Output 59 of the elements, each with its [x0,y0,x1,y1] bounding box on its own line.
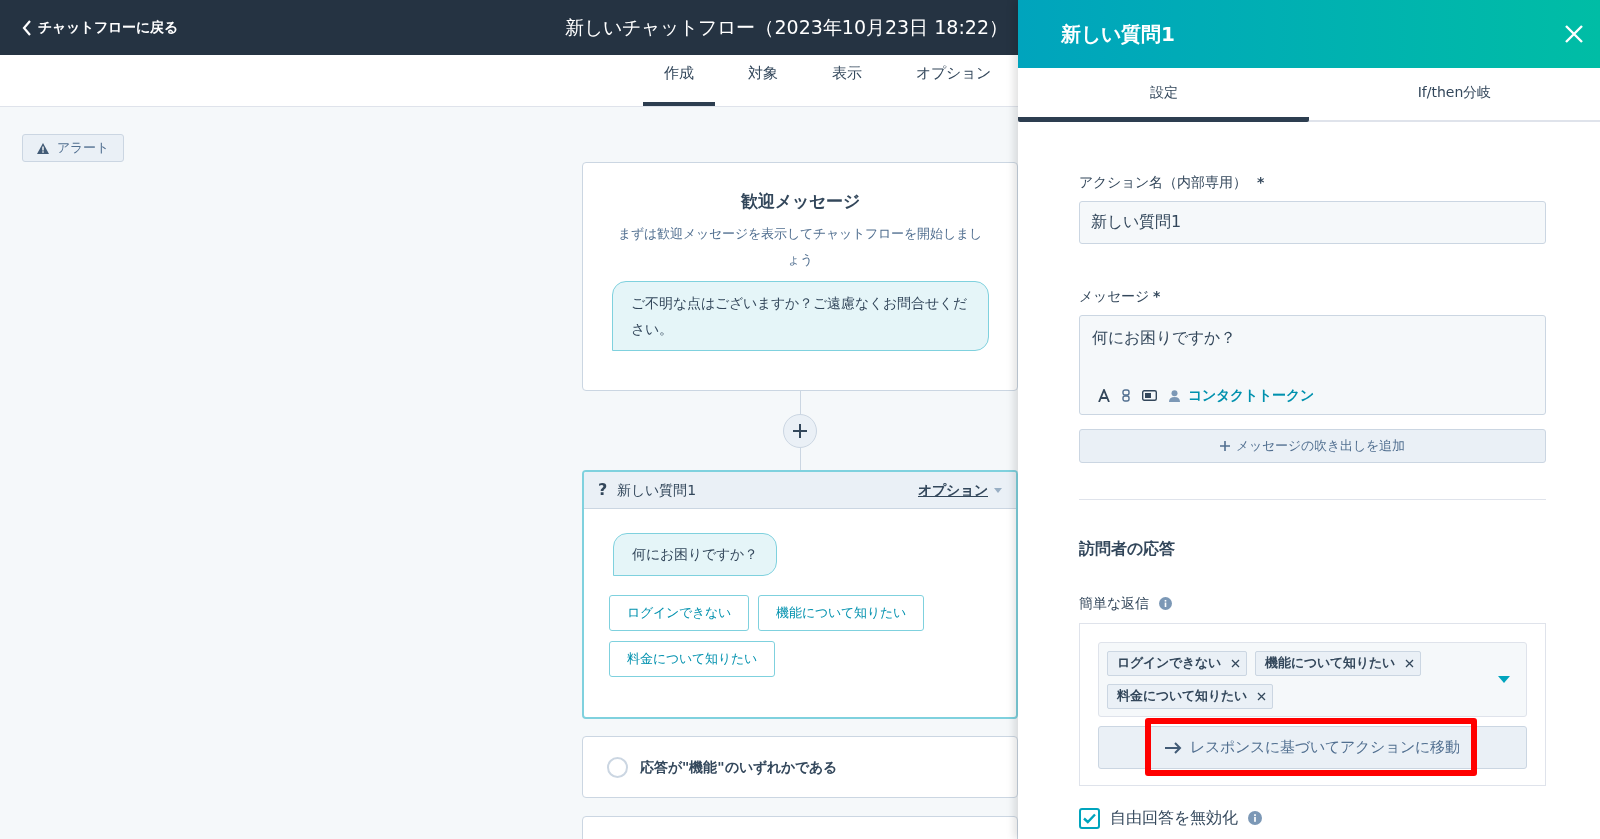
card-description: まずは歓迎メッセージを表示してチャットフローを開始しましょう [617,224,983,269]
field-label: アクション名（内部専用） [1079,173,1247,192]
chat-bubble: ご不明な点はございますか？ご遠慮なくお問合せください。 [611,280,989,351]
add-step-button[interactable] [783,414,817,448]
remove-icon[interactable] [1257,691,1266,701]
message-text: 何にお困りですか？ [1092,327,1237,349]
required-mark: * [1153,287,1161,306]
tag-label: 機能について知りたい [1265,653,1395,672]
tab[interactable]: 対象 [727,54,799,106]
add-bubble-button[interactable]: メッセージの吹き出しを追加 [1079,429,1546,463]
checkmark-icon [1083,812,1096,824]
flow-title: 新しいチャットフロー（2023年10月23日 18:22） [565,15,1008,41]
chevron-left-icon [22,19,32,36]
text-style-icon[interactable] [1098,389,1110,402]
card-title: 新しい質問1 [617,480,697,500]
checkbox[interactable] [1079,807,1100,829]
action-name-input[interactable]: 新しい質問1 [1079,201,1546,244]
branch-card[interactable]: 応答が"機能"のいずれかである [582,736,1018,798]
arrow-right-icon [1165,741,1182,754]
tab[interactable]: 表示 [811,54,883,106]
info-icon[interactable] [1159,597,1172,610]
tag-label: ログインできない [1117,653,1221,672]
chat-bubble: 何にお困りですか？ [613,533,777,576]
panel-title: 新しい質問1 [1061,21,1176,48]
quick-reply-select[interactable]: ログインできない 機能について知りたい 料金について知りたい [1098,642,1527,717]
section-title: 訪問者の応答 [1079,538,1176,560]
field-label: 簡単な返信 [1079,594,1149,613]
goto-action-button[interactable]: レスポンスに基づいてアクションに移動 [1098,726,1527,769]
quick-reply-button[interactable]: ログインできない [609,595,749,631]
radio-button[interactable] [607,756,628,778]
message-editor[interactable]: 何にお困りですか？ コンタクトトークン [1079,315,1546,415]
remove-icon[interactable] [1231,658,1240,668]
info-icon[interactable] [1248,811,1262,825]
close-icon [1565,25,1583,43]
checkbox-label: 自由回答を無効化 [1110,807,1238,829]
back-link[interactable]: チャットフローに戻る [22,17,178,38]
plus-icon [793,424,807,438]
required-mark: * [1257,173,1265,192]
question-mark-icon: ? [598,478,608,502]
alert-button[interactable]: アラート [22,134,124,162]
video-icon[interactable] [1142,390,1157,401]
tab[interactable]: 作成 [643,54,715,106]
quick-reply-button[interactable]: 機能について知りたい [758,595,924,631]
link-icon[interactable] [1122,389,1130,402]
plus-icon [1220,441,1230,451]
welcome-card[interactable]: 歓迎メッセージ まずは歓迎メッセージを表示してチャットフローを開始しましょう ご不明な点はございますか？ご遠慮なくお問合せください。 [582,162,1018,391]
branch-condition: 応答が"機能"のいずれかである [640,757,837,777]
remove-icon[interactable] [1405,658,1414,668]
field-label: メッセージ [1079,287,1149,306]
dropdown-caret-icon [1498,676,1510,683]
quick-reply-button[interactable]: 料金について知りたい [609,641,775,677]
person-icon [1169,389,1180,402]
panel-tab[interactable]: If/then分岐 [1309,68,1600,122]
panel-tab[interactable]: 設定 [1018,68,1309,122]
tag-label: 料金について知りたい [1117,686,1247,705]
caret-icon [994,487,1002,493]
card-title: 歓迎メッセージ [740,190,860,213]
warning-icon [37,142,49,154]
tab[interactable]: オプション [895,54,1012,106]
